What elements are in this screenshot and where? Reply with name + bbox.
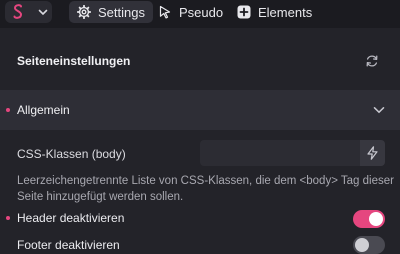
tab-pseudo-label: Pseudo [179,4,224,20]
modified-indicator-dot [6,108,10,112]
gear-icon [77,5,91,19]
footer-disable-toggle[interactable] [353,236,385,254]
tab-pseudo[interactable]: Pseudo [150,1,231,23]
modified-indicator-dot [6,216,10,220]
tab-elements[interactable]: Elements [229,1,320,23]
logo-menu-button[interactable] [5,1,52,23]
panel-title: Seiteneinstellungen [17,54,131,68]
bricks-logo-icon [13,4,23,19]
top-toolbar: Settings Pseudo Elements [0,0,400,28]
toggle-knob [369,212,383,226]
chevron-down-icon [373,107,385,114]
bolt-icon [367,146,378,160]
tab-settings-label: Settings [98,4,145,20]
css-classes-input[interactable] [200,140,360,166]
refresh-icon[interactable] [365,54,379,68]
tab-elements-label: Elements [258,4,313,20]
dynamic-data-button[interactable] [360,140,385,166]
css-classes-help-text: Leerzeichengetrennte Liste von CSS-Klass… [17,175,394,203]
cursor-icon [159,5,171,19]
accordion-allgemein[interactable]: Allgemein [0,90,400,130]
header-toggle-label: Header deaktivieren [17,211,125,225]
header-disable-toggle[interactable] [353,210,385,228]
plus-square-icon [237,5,251,19]
chevron-down-icon [38,9,48,16]
accordion-title: Allgemein [17,103,70,117]
css-classes-label: CSS-Klassen (body) [17,147,126,161]
tab-settings[interactable]: Settings [69,1,153,23]
